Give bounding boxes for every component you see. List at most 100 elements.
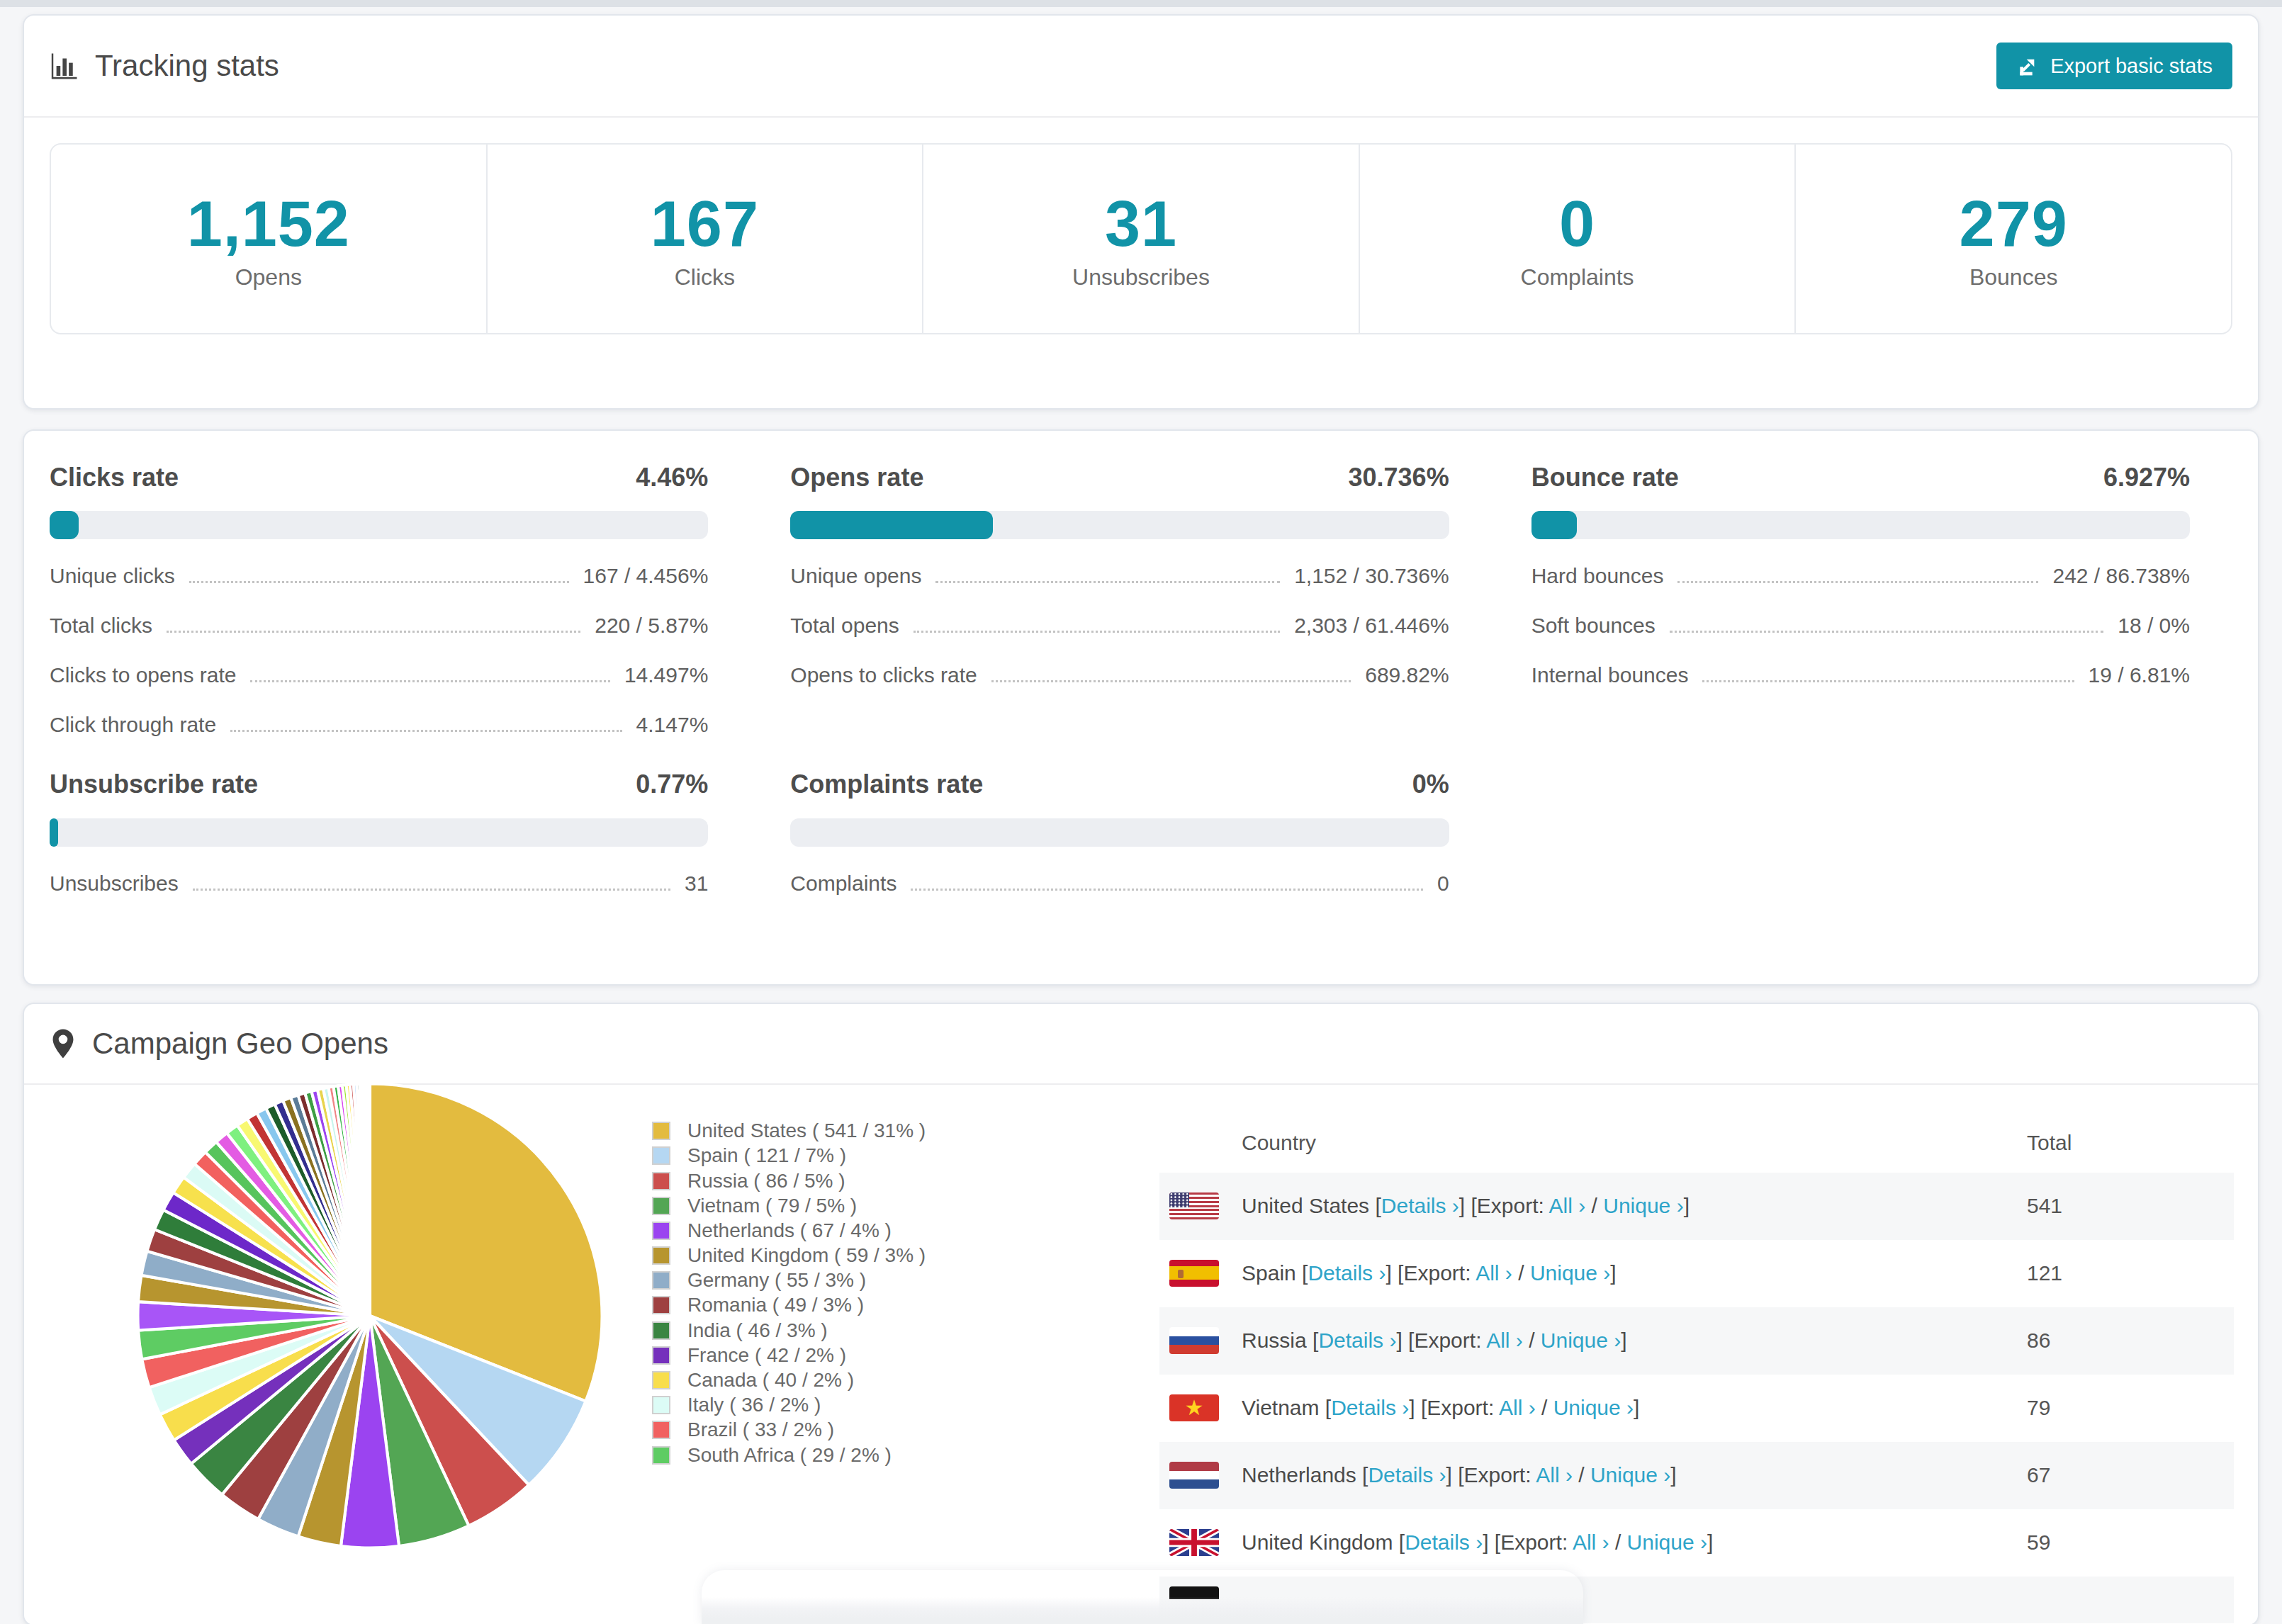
progress-bar-opens-rate xyxy=(790,511,1449,539)
legend-item-india[interactable]: India ( 46 / 3% ) xyxy=(652,1318,926,1343)
progress-fill-clicks-rate xyxy=(50,511,79,539)
country-cell: United States [Details ›] [Export: All ›… xyxy=(1242,1194,2027,1218)
details-link[interactable]: Details › xyxy=(1331,1396,1409,1419)
flag-icon-us xyxy=(1169,1192,1219,1219)
legend-item-united-states[interactable]: United States ( 541 / 31% ) xyxy=(652,1119,926,1144)
export-all-link[interactable]: All › xyxy=(1573,1530,1609,1554)
rates-grid: Clicks rate4.46%Unique clicks167 / 4.456… xyxy=(50,462,2190,896)
bracket: ] xyxy=(1707,1530,1713,1554)
rates-card: Clicks rate4.46%Unique clicks167 / 4.456… xyxy=(23,429,2259,985)
bracket: ] xyxy=(1684,1194,1690,1217)
legend-label: Brazil ( 33 / 2% ) xyxy=(687,1419,834,1441)
rate-row-value: 689.82% xyxy=(1365,662,1449,688)
legend-item-france[interactable]: France ( 42 / 2% ) xyxy=(652,1343,926,1368)
legend-item-south-africa[interactable]: South Africa ( 29 / 2% ) xyxy=(652,1443,926,1467)
details-link[interactable]: Details › xyxy=(1405,1530,1483,1554)
details-link[interactable]: Details › xyxy=(1308,1261,1386,1285)
legend-item-germany[interactable]: Germany ( 55 / 3% ) xyxy=(652,1268,926,1293)
legend-item-canada[interactable]: Canada ( 40 / 2% ) xyxy=(652,1368,926,1392)
legend-label: Germany ( 55 / 3% ) xyxy=(687,1269,866,1292)
geo-table-header: CountryTotal xyxy=(1159,1113,2234,1173)
legend-swatch xyxy=(652,1371,670,1389)
dotted-leader xyxy=(189,580,569,583)
rate-row-value: 242 / 86.738% xyxy=(2052,563,2190,589)
stat-box-complaints: 0Complaints xyxy=(1360,145,1797,333)
export-prefix: ] [Export: xyxy=(1409,1396,1499,1419)
rate-row-label: Soft bounces xyxy=(1531,613,1656,638)
geo-card-title: Campaign Geo Opens xyxy=(50,1027,388,1061)
rate-value-opens-rate: 30.736% xyxy=(1349,462,1449,492)
export-unique-link[interactable]: Unique › xyxy=(1627,1530,1707,1554)
export-all-link[interactable]: All › xyxy=(1486,1329,1523,1352)
bar-chart-icon xyxy=(50,51,79,81)
details-link[interactable]: Details › xyxy=(1318,1329,1396,1352)
export-unique-link[interactable]: Unique › xyxy=(1553,1396,1634,1419)
rate-row-label: Opens to clicks rate xyxy=(790,662,977,688)
legend-item-netherlands[interactable]: Netherlands ( 67 / 4% ) xyxy=(652,1218,926,1243)
progress-bar-bounce-rate xyxy=(1531,511,2190,539)
rate-row-label: Unique clicks xyxy=(50,563,175,589)
stat-value-opens: 1,152 xyxy=(51,190,486,259)
geo-table-row-united-kingdom: United Kingdom [Details ›] [Export: All … xyxy=(1159,1509,2234,1577)
rate-row-complaints: Complaints0 xyxy=(790,871,1449,896)
bracket: [ xyxy=(1375,1194,1381,1217)
legend-item-vietnam[interactable]: Vietnam ( 79 / 5% ) xyxy=(652,1193,926,1218)
export-unique-link[interactable]: Unique › xyxy=(1603,1194,1683,1217)
rate-row-unique-opens: Unique opens1,152 / 30.736% xyxy=(790,563,1449,589)
rate-value-clicks-rate: 4.46% xyxy=(636,462,708,492)
legend-label: Russia ( 86 / 5% ) xyxy=(687,1170,845,1192)
rate-block-bounce-rate: Bounce rate6.927%Hard bounces242 / 86.73… xyxy=(1531,462,2190,738)
rate-row-unsubscribes: Unsubscribes31 xyxy=(50,871,708,896)
export-all-link[interactable]: All › xyxy=(1499,1396,1536,1419)
rate-row-value: 19 / 6.81% xyxy=(2089,662,2190,688)
separator: / xyxy=(1573,1463,1590,1487)
details-link[interactable]: Details › xyxy=(1381,1194,1459,1217)
legend-swatch xyxy=(652,1396,670,1414)
legend-item-spain[interactable]: Spain ( 121 / 7% ) xyxy=(652,1144,926,1168)
rate-row-label: Unsubscribes xyxy=(50,871,179,896)
rate-row-label: Complaints xyxy=(790,871,896,896)
dotted-leader xyxy=(935,580,1280,583)
rate-block-unsubscribe-rate: Unsubscribe rate0.77%Unsubscribes31 xyxy=(50,769,708,896)
export-all-link[interactable]: All › xyxy=(1476,1261,1512,1285)
export-all-link[interactable]: All › xyxy=(1536,1463,1573,1487)
dotted-leader xyxy=(914,629,1280,633)
geo-table-row-russia: Russia [Details ›] [Export: All › / Uniq… xyxy=(1159,1307,2234,1375)
export-prefix: ] [Export: xyxy=(1396,1329,1486,1352)
geo-card-body: United States ( 541 / 31% )Spain ( 121 /… xyxy=(24,1085,2258,1623)
rate-row-internal-bounces: Internal bounces19 / 6.81% xyxy=(1531,662,2190,688)
stat-box-bounces: 279Bounces xyxy=(1796,145,2231,333)
legend-item-italy[interactable]: Italy ( 36 / 2% ) xyxy=(652,1393,926,1418)
export-unique-link[interactable]: Unique › xyxy=(1541,1329,1621,1352)
stat-label-complaints: Complaints xyxy=(1360,264,1795,291)
rate-row-total-opens: Total opens2,303 / 61.446% xyxy=(790,613,1449,638)
top-strip xyxy=(0,0,2282,7)
geo-opens-pie-chart xyxy=(123,1069,617,1562)
legend-swatch xyxy=(652,1271,670,1290)
export-unique-link[interactable]: Unique › xyxy=(1530,1261,1610,1285)
legend-label: Romania ( 49 / 3% ) xyxy=(687,1294,864,1316)
legend-swatch xyxy=(652,1122,670,1140)
export-all-link[interactable]: All › xyxy=(1549,1194,1586,1217)
bracket: ] xyxy=(1610,1261,1616,1285)
flag-icon-uk xyxy=(1169,1529,1219,1556)
progress-bar-complaints-rate xyxy=(790,818,1449,847)
legend-item-united-kingdom[interactable]: United Kingdom ( 59 / 3% ) xyxy=(652,1244,926,1268)
flag-icon-nl xyxy=(1169,1462,1219,1489)
separator: / xyxy=(1512,1261,1530,1285)
tracking-title-text: Tracking stats xyxy=(95,49,279,83)
country-name: Spain xyxy=(1242,1261,1302,1285)
legend-item-russia[interactable]: Russia ( 86 / 5% ) xyxy=(652,1168,926,1193)
legend-label: Netherlands ( 67 / 4% ) xyxy=(687,1219,892,1242)
country-cell: Netherlands [Details ›] [Export: All › /… xyxy=(1242,1463,2027,1487)
rate-row-label: Total clicks xyxy=(50,613,152,638)
legend-swatch xyxy=(652,1197,670,1215)
export-unique-link[interactable]: Unique › xyxy=(1590,1463,1670,1487)
legend-item-brazil[interactable]: Brazil ( 33 / 2% ) xyxy=(652,1418,926,1443)
total-cell: 86 xyxy=(2027,1329,2234,1353)
export-basic-stats-button[interactable]: Export basic stats xyxy=(1996,43,2232,89)
dotted-leader xyxy=(230,728,622,732)
legend-item-romania[interactable]: Romania ( 49 / 3% ) xyxy=(652,1293,926,1318)
map-pin-icon xyxy=(50,1028,77,1059)
details-link[interactable]: Details › xyxy=(1368,1463,1446,1487)
